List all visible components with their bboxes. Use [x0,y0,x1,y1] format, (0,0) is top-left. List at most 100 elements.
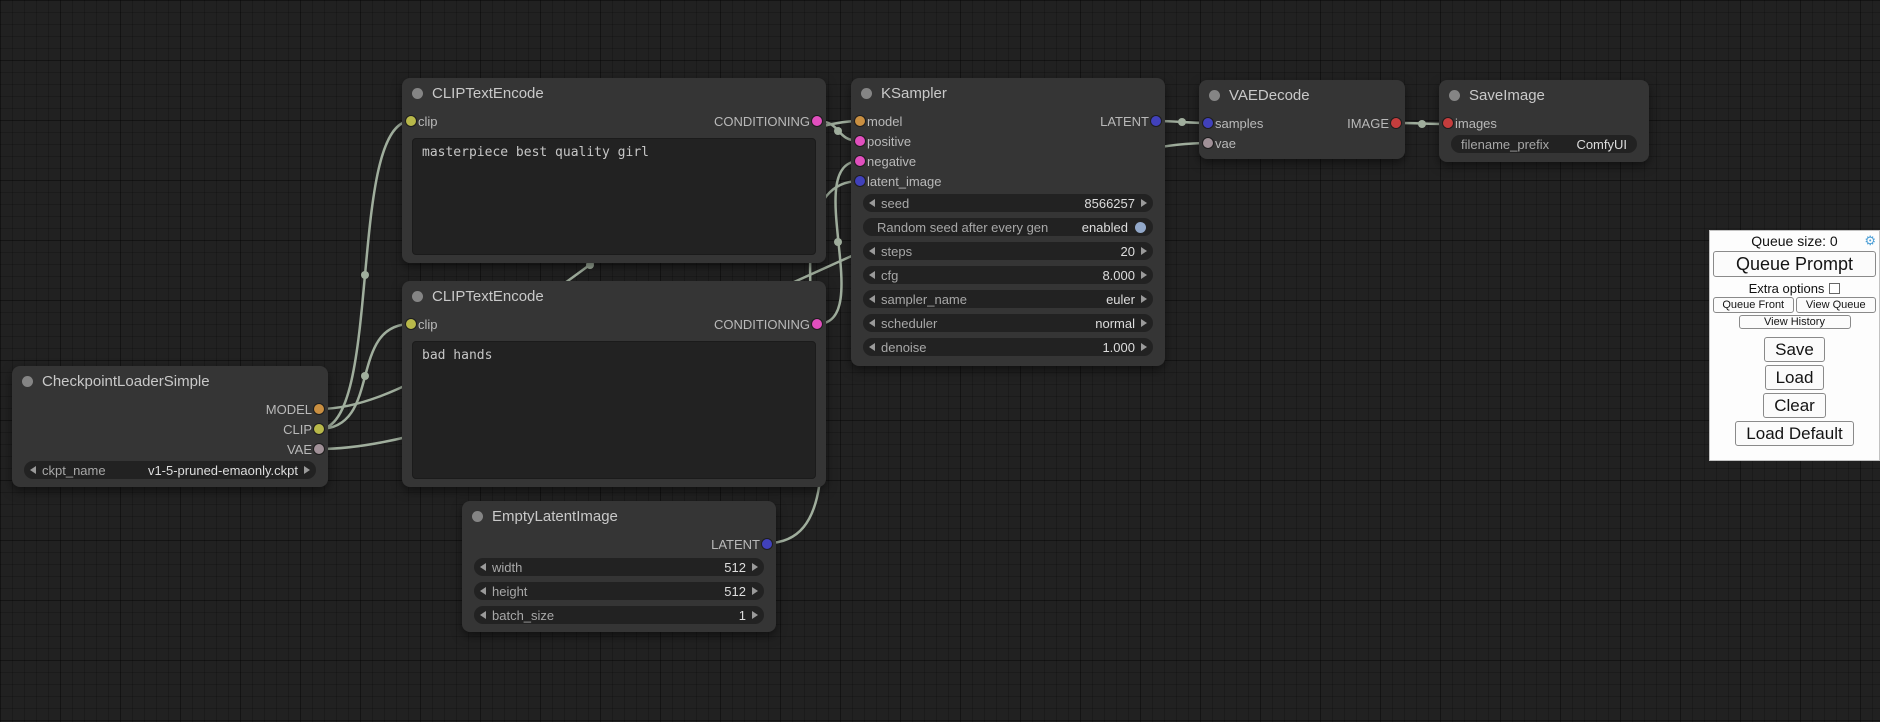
queue-size-label: Queue size: 0 [1751,233,1837,249]
latent-output-port[interactable] [762,539,772,549]
view-queue-button[interactable]: View Queue [1796,297,1877,313]
load-button[interactable]: Load [1765,365,1825,390]
node-status-dot-icon [412,291,423,302]
image-output-port[interactable] [1391,118,1401,128]
sampler-name-widget[interactable]: sampler_name euler [863,290,1153,308]
increment-arrow-icon[interactable] [1141,319,1147,327]
decrement-arrow-icon[interactable] [869,319,875,327]
increment-arrow-icon[interactable] [1141,295,1147,303]
latent-image-input-port[interactable] [855,176,865,186]
images-input-port[interactable] [1443,118,1453,128]
queue-front-button[interactable]: Queue Front [1713,297,1794,313]
increment-arrow-icon[interactable] [752,587,758,595]
widget-name: sampler_name [881,292,967,307]
queue-prompt-button[interactable]: Queue Prompt [1713,251,1876,277]
node-title-bar[interactable]: CLIPTextEncode [402,78,826,108]
increment-arrow-icon[interactable] [304,466,310,474]
decrement-arrow-icon[interactable] [869,199,875,207]
model-input-port[interactable] [855,116,865,126]
clip-output-port[interactable] [314,424,324,434]
load-default-button[interactable]: Load Default [1735,421,1853,446]
samples-input-port[interactable] [1203,118,1213,128]
increment-arrow-icon[interactable] [1141,343,1147,351]
conditioning-output-port[interactable] [812,116,822,126]
filename-prefix-widget[interactable]: filename_prefix ComfyUI [1451,135,1637,153]
negative-prompt-textarea[interactable]: bad hands [412,341,816,479]
vae-input-port[interactable] [1203,138,1213,148]
node-title: VAEDecode [1229,87,1310,104]
node-graph-canvas[interactable]: CheckpointLoaderSimple MODEL CLIP VAE ck… [0,0,1880,722]
height-widget[interactable]: height 512 [474,582,764,600]
settings-gear-icon[interactable]: ⚙ [1864,231,1876,251]
input-label-samples: samples [1215,116,1263,131]
extra-options-row: Extra options [1710,279,1879,297]
increment-arrow-icon[interactable] [1141,271,1147,279]
decrement-arrow-icon[interactable] [869,271,875,279]
increment-arrow-icon[interactable] [752,611,758,619]
widget-value: enabled [1082,220,1128,235]
node-vae-decode[interactable]: VAEDecode samples IMAGE vae [1199,80,1405,159]
negative-input-port[interactable] [855,156,865,166]
random-seed-toggle-widget[interactable]: Random seed after every gen enabled [863,218,1153,236]
link-midpoint-dot [1178,118,1186,126]
extra-options-checkbox[interactable] [1829,283,1840,294]
output-label-conditioning: CONDITIONING [714,317,810,332]
clip-input-port[interactable] [406,319,416,329]
node-title-bar[interactable]: VAEDecode [1199,80,1405,110]
node-empty-latent-image[interactable]: EmptyLatentImage LATENT width 512 height… [462,501,776,632]
model-output-port[interactable] [314,404,324,414]
seed-widget[interactable]: seed 8566257 [863,194,1153,212]
node-ksampler[interactable]: KSampler model LATENT positive negative … [851,78,1165,366]
node-title-bar[interactable]: CheckpointLoaderSimple [12,366,328,396]
slot-row: VAE [12,439,328,459]
output-label-image: IMAGE [1347,116,1389,131]
conditioning-output-port[interactable] [812,319,822,329]
slot-row: LATENT [462,534,776,554]
width-widget[interactable]: width 512 [474,558,764,576]
decrement-arrow-icon[interactable] [480,587,486,595]
positive-prompt-textarea[interactable]: masterpiece best quality girl [412,138,816,255]
node-clip-text-encode-positive[interactable]: CLIPTextEncode clip CONDITIONING masterp… [402,78,826,263]
vae-output-port[interactable] [314,444,324,454]
node-title: CLIPTextEncode [432,288,544,305]
decrement-arrow-icon[interactable] [30,466,36,474]
increment-arrow-icon[interactable] [1141,247,1147,255]
output-label-model: MODEL [266,402,312,417]
link-midpoint-dot [834,127,842,135]
file-buttons-group: Save Load Clear Load Default [1710,337,1879,446]
input-label-clip: clip [418,114,438,129]
widget-value: 1 [739,608,746,623]
node-title-bar[interactable]: SaveImage [1439,80,1649,110]
decrement-arrow-icon[interactable] [480,563,486,571]
node-title-bar[interactable]: CLIPTextEncode [402,281,826,311]
increment-arrow-icon[interactable] [1141,199,1147,207]
menu-header[interactable]: Queue size: 0 ⚙ [1710,231,1879,251]
toggle-knob-icon[interactable] [1135,222,1146,233]
decrement-arrow-icon[interactable] [480,611,486,619]
node-save-image[interactable]: SaveImage images filename_prefix ComfyUI [1439,80,1649,162]
node-title-bar[interactable]: KSampler [851,78,1165,108]
clip-input-port[interactable] [406,116,416,126]
scheduler-widget[interactable]: scheduler normal [863,314,1153,332]
view-history-button[interactable]: View History [1739,315,1851,329]
increment-arrow-icon[interactable] [752,563,758,571]
link-midpoint-dot [361,372,369,380]
decrement-arrow-icon[interactable] [869,343,875,351]
steps-widget[interactable]: steps 20 [863,242,1153,260]
decrement-arrow-icon[interactable] [869,295,875,303]
ckpt-name-widget[interactable]: ckpt_name v1-5-pruned-emaonly.ckpt [24,461,316,479]
node-checkpoint-loader[interactable]: CheckpointLoaderSimple MODEL CLIP VAE ck… [12,366,328,487]
denoise-widget[interactable]: denoise 1.000 [863,338,1153,356]
decrement-arrow-icon[interactable] [869,247,875,255]
cfg-widget[interactable]: cfg 8.000 [863,266,1153,284]
input-label-positive: positive [867,134,911,149]
node-clip-text-encode-negative[interactable]: CLIPTextEncode clip CONDITIONING bad han… [402,281,826,487]
positive-input-port[interactable] [855,136,865,146]
clear-button[interactable]: Clear [1763,393,1826,418]
batch-size-widget[interactable]: batch_size 1 [474,606,764,624]
save-button[interactable]: Save [1764,337,1825,362]
node-title-bar[interactable]: EmptyLatentImage [462,501,776,531]
latent-output-port[interactable] [1151,116,1161,126]
widget-name: height [492,584,527,599]
widget-value: normal [1095,316,1135,331]
